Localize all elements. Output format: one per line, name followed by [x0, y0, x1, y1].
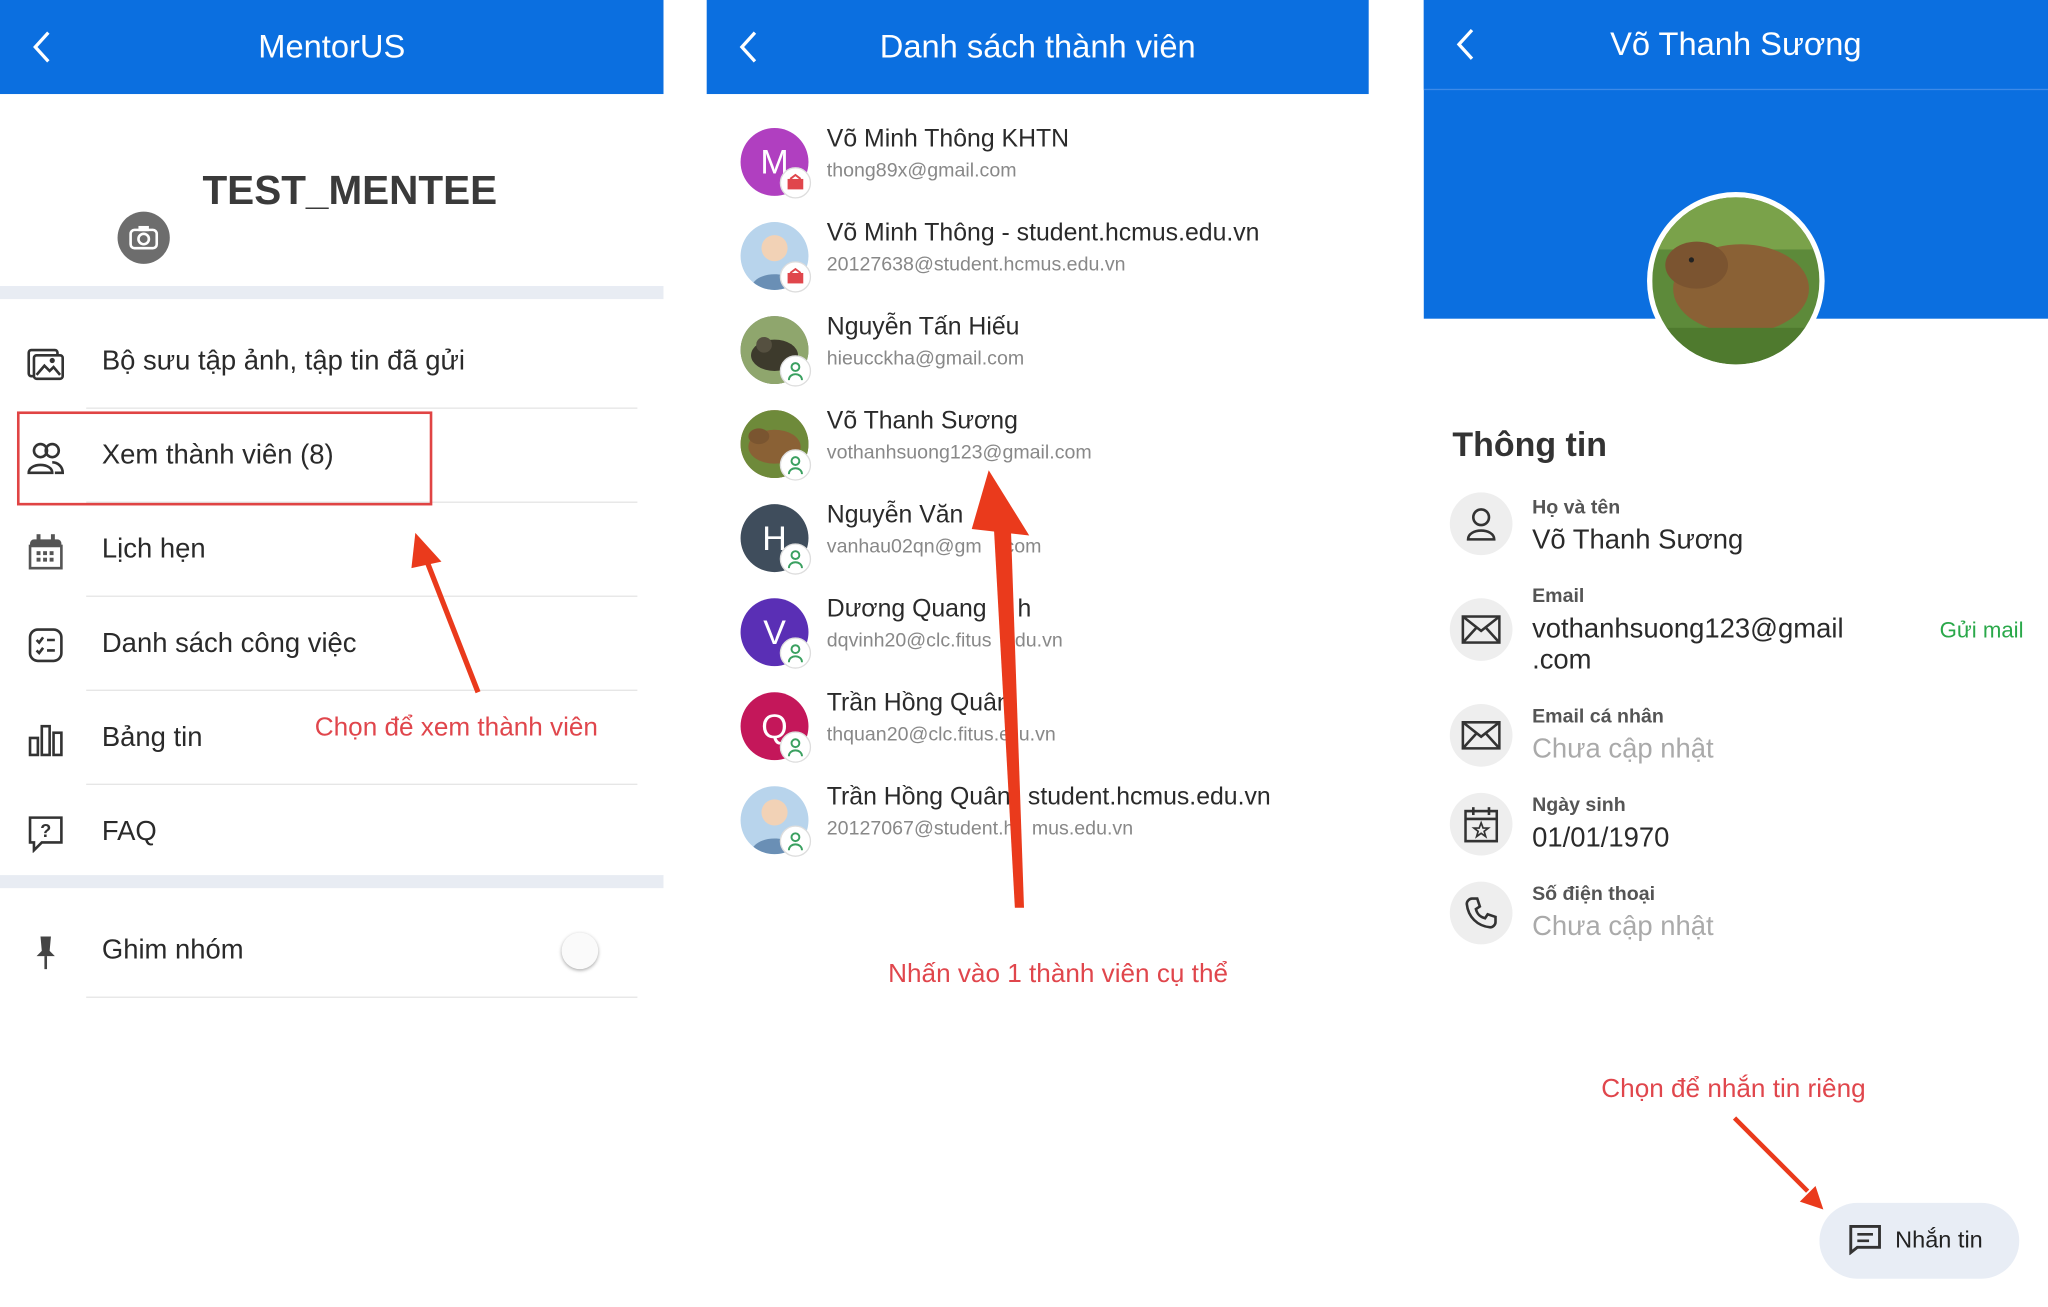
mail-icon	[1449, 598, 1513, 661]
mentee-badge-icon	[779, 731, 812, 763]
section-divider	[0, 875, 664, 889]
mentee-badge-icon	[779, 355, 812, 387]
menu-item-label: Lịch hẹn	[101, 534, 206, 565]
stage: MentorUS TEST_MENTEE Bộ sưu tập ảnh, tập…	[0, 0, 2048, 1307]
mentor-badge-icon	[779, 167, 812, 199]
member-email: thong89x@gmail.com	[826, 159, 1017, 182]
mentor-badge-icon	[779, 261, 812, 293]
app-bar: Danh sách thành viên	[706, 0, 1369, 95]
field-value: 01/01/1970	[1532, 822, 1670, 853]
app-bar-title: MentorUS	[258, 28, 406, 66]
menu-item-label: FAQ	[101, 816, 157, 847]
highlight-box	[16, 411, 433, 506]
group-name: TEST_MENTEE	[202, 167, 498, 213]
member-profile-screen: Võ Thanh Sương Thông tin Họ và tên Võ Th…	[1423, 0, 2048, 1307]
member-row[interactable]: M Võ Minh Thông KHTN thong89x@gmail.com	[707, 118, 1369, 212]
menu-item-label: Bảng tin	[101, 722, 203, 753]
camera-icon	[129, 225, 159, 250]
field-label: Họ và tên	[1532, 496, 1621, 519]
screenshot-composite: MentorUS TEST_MENTEE Bộ sưu tập ảnh, tập…	[0, 0, 2048, 1307]
calendar-icon	[28, 534, 63, 570]
menu-item-tasks[interactable]: Danh sách công việc	[0, 597, 664, 691]
menu-item-appointments[interactable]: Lịch hẹn	[0, 503, 664, 597]
section-title: Thông tin	[1452, 424, 1608, 464]
mail-icon	[1449, 703, 1513, 767]
group-settings-screen: MentorUS TEST_MENTEE Bộ sưu tập ảnh, tập…	[0, 0, 664, 1307]
member-name: Nguyễn Văn	[826, 501, 964, 529]
info-row-phone: Số điện thoại Chưa cập nhật	[1424, 879, 2048, 957]
divider	[86, 996, 638, 998]
change-photo-button[interactable]	[117, 211, 170, 264]
message-button-label: Nhắn tin	[1895, 1226, 1983, 1253]
message-button[interactable]: Nhắn tin	[1819, 1202, 2020, 1279]
person-icon	[1449, 492, 1513, 556]
annotation-arrow	[411, 532, 481, 694]
field-label: Ngày sinh	[1532, 794, 1626, 817]
member-email-tail: mus.edu.vn	[1031, 817, 1134, 840]
field-label: Số điện thoại	[1532, 882, 1656, 906]
field-value: Võ Thanh Sương	[1532, 525, 1744, 556]
annotation-arrow	[971, 470, 1030, 908]
faq-icon: ?	[28, 816, 63, 853]
pin-icon	[36, 936, 55, 970]
svg-text:?: ?	[40, 820, 51, 841]
checklist-icon	[28, 628, 63, 663]
annotation-text: Chọn để nhắn tin riêng	[1601, 1074, 1866, 1104]
send-mail-link[interactable]: Gửi mail	[1940, 618, 2024, 644]
member-row[interactable]: Nguyễn Tấn Hiếu hieucckha@gmail.com	[707, 306, 1369, 400]
menu-item-media[interactable]: Bộ sưu tập ảnh, tập tin đã gửi	[0, 315, 664, 409]
pin-group-row: Ghim nhóm	[0, 904, 664, 998]
field-value: vothanhsuong123@gmail	[1532, 613, 1844, 644]
field-label: Email cá nhân	[1532, 705, 1664, 728]
annotation-text: Chọn để xem thành viên	[314, 713, 598, 742]
info-row-birthday: Ngày sinh 01/01/1970	[1424, 790, 2048, 868]
app-bar: Võ Thanh Sương	[1423, 0, 2048, 89]
mentee-badge-icon	[779, 637, 812, 669]
field-value: Chưa cập nhật	[1532, 734, 1714, 765]
profile-avatar[interactable]	[1647, 191, 1825, 370]
message-icon	[1849, 1225, 1881, 1256]
annotation-arrow	[1732, 1116, 1824, 1210]
menu-item-label: Bộ sưu tập ảnh, tập tin đã gửi	[101, 346, 465, 377]
member-email: 20127638@student.hcmus.edu.vn	[826, 253, 1126, 276]
app-bar-title: Danh sách thành viên	[879, 28, 1196, 66]
capybara-photo	[1652, 197, 1820, 365]
mentee-badge-icon	[779, 825, 812, 857]
member-email: vothanhsuong123@gmail.com	[826, 441, 1092, 464]
menu-item-faq[interactable]: ? FAQ	[0, 785, 664, 879]
app-bar: MentorUS	[0, 0, 664, 95]
member-list-screen: Danh sách thành viên M Võ Minh Thông KHT…	[706, 0, 1369, 1307]
member-name: Nguyễn Tấn Hiếu	[826, 313, 1020, 341]
pin-group-label: Ghim nhóm	[101, 935, 244, 966]
member-email: hieucckha@gmail.com	[826, 347, 1025, 370]
info-row-personal-email: Email cá nhân Chưa cập nhật	[1424, 701, 2048, 779]
info-row-full-name: Họ và tên Võ Thanh Sương	[1424, 490, 2048, 568]
mentee-badge-icon	[779, 449, 812, 481]
mentee-badge-icon	[779, 543, 812, 575]
field-label: Email	[1532, 585, 1585, 608]
divider	[1423, 88, 2048, 91]
field-value: Chưa cập nhật	[1532, 911, 1714, 942]
app-bar-title: Võ Thanh Sương	[1610, 26, 1862, 63]
member-name: Võ Thanh Sương	[826, 407, 1018, 435]
menu-item-label: Danh sách công việc	[101, 628, 357, 659]
member-name: Võ Minh Thông KHTN	[826, 125, 1070, 153]
member-name: Võ Minh Thông - student.hcmus.edu.vn	[826, 219, 1260, 247]
gallery-icon	[27, 348, 64, 381]
field-value-continued: .com	[1532, 645, 1592, 676]
member-row[interactable]: Võ Minh Thông - student.hcmus.edu.vn 201…	[707, 212, 1369, 306]
phone-icon	[1449, 881, 1513, 945]
info-row-email: Email vothanhsuong123@gmail .com Gửi mai…	[1424, 581, 2048, 679]
annotation-text: Nhấn vào 1 thành viên cụ thể	[888, 959, 1228, 989]
birthday-calendar-icon	[1449, 792, 1513, 856]
section-divider	[0, 286, 664, 300]
pin-toggle[interactable]	[561, 932, 599, 970]
member-name-tail: student.hcmus.edu.vn	[1027, 783, 1271, 812]
chart-icon	[28, 724, 63, 757]
